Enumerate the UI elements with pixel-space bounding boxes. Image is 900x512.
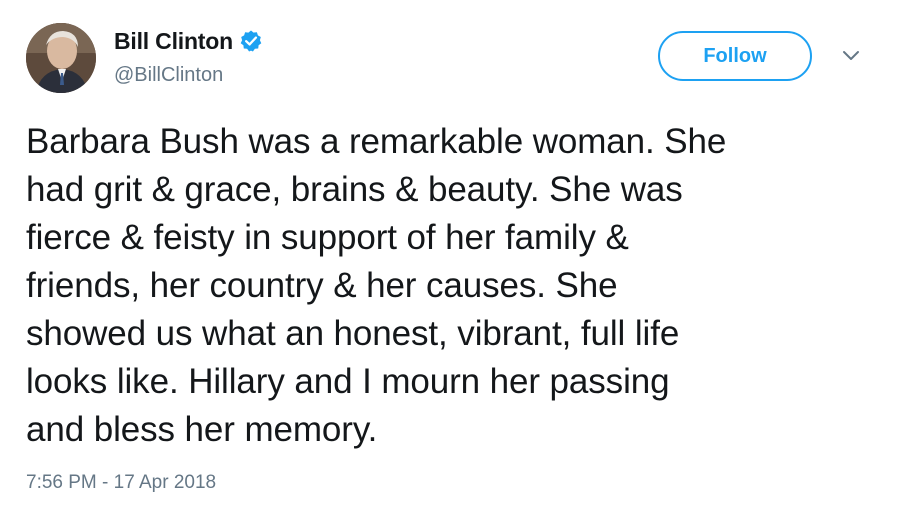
author-name-row: Bill Clinton bbox=[114, 26, 263, 56]
follow-button[interactable]: Follow bbox=[658, 31, 812, 81]
tweet-card: Bill Clinton @BillClinton Follow Barbara… bbox=[0, 0, 900, 512]
verified-badge-icon bbox=[239, 29, 263, 53]
avatar[interactable] bbox=[26, 23, 96, 93]
author-handle[interactable]: @BillClinton bbox=[114, 64, 223, 87]
display-name[interactable]: Bill Clinton bbox=[114, 28, 233, 55]
profile-photo-icon bbox=[26, 23, 96, 93]
chevron-down-icon[interactable] bbox=[840, 48, 862, 64]
tweet-timestamp[interactable]: 7:56 PM - 17 Apr 2018 bbox=[26, 472, 216, 494]
tweet-text: Barbara Bush was a remarkable woman. She… bbox=[26, 122, 727, 449]
